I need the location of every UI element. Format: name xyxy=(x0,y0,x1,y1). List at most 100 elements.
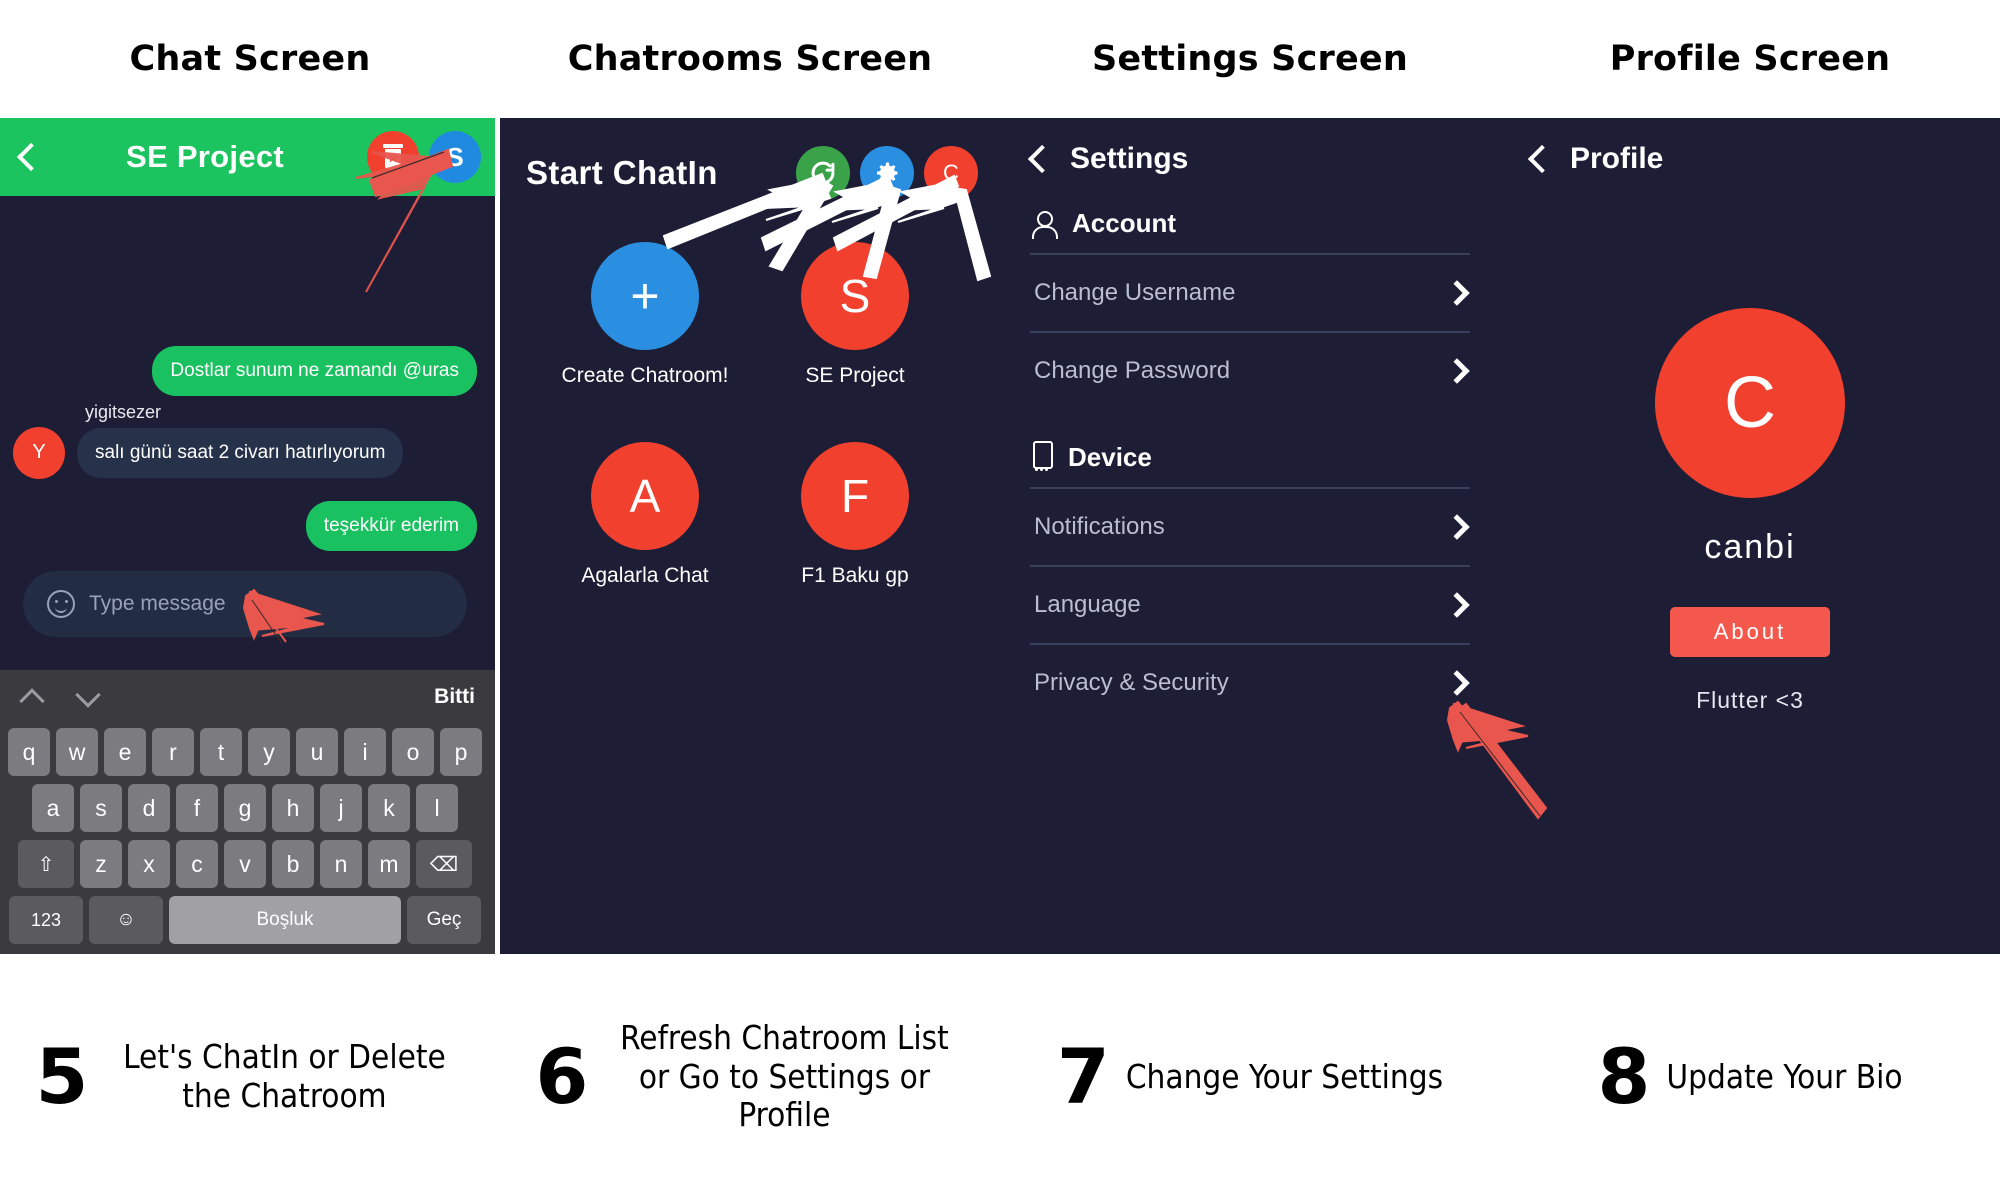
key-r[interactable]: r xyxy=(152,728,194,776)
keyboard-done-button[interactable]: Bitti xyxy=(434,685,475,709)
key-c[interactable]: c xyxy=(176,840,218,888)
chatroom-label: Create Chatroom! xyxy=(561,364,729,387)
key-u[interactable]: u xyxy=(296,728,338,776)
settings-row-change-password[interactable]: Change Password xyxy=(1030,331,1470,409)
trash-delete-icon[interactable]: ✕ xyxy=(367,131,419,183)
key-q[interactable]: q xyxy=(8,728,50,776)
key-w[interactable]: w xyxy=(56,728,98,776)
settings-title: Settings xyxy=(1070,142,1189,175)
key-s[interactable]: s xyxy=(80,784,122,832)
numeric-key[interactable]: 123 xyxy=(9,896,83,944)
trash-glyph: ✕ xyxy=(382,144,404,170)
key-a[interactable]: a xyxy=(32,784,74,832)
chevron-down-icon[interactable] xyxy=(71,682,109,712)
shift-key[interactable]: ⇧ xyxy=(18,840,74,888)
chatroom-label: F1 Baku gp xyxy=(801,564,909,587)
chevron-up-icon[interactable] xyxy=(15,682,53,712)
avatar-icon[interactable]: C xyxy=(924,146,978,200)
message-bubble: teşekkür ederim xyxy=(305,500,477,551)
chevron-right-icon xyxy=(1444,280,1470,306)
key-m[interactable]: m xyxy=(368,840,410,888)
chatroom-label: Agalarla Chat xyxy=(581,564,709,587)
key-l[interactable]: l xyxy=(416,784,458,832)
smiley-icon[interactable] xyxy=(47,589,75,618)
key-z[interactable]: z xyxy=(80,840,122,888)
trash-x: ✕ xyxy=(388,152,399,166)
settings-appbar: Settings xyxy=(1000,118,1500,176)
enter-key[interactable]: Geç xyxy=(407,896,481,944)
key-t[interactable]: t xyxy=(200,728,242,776)
profile-body: C canbi About Flutter <3 xyxy=(1500,176,2000,714)
key-x[interactable]: x xyxy=(128,840,170,888)
key-h[interactable]: h xyxy=(272,784,314,832)
screen-title-profile-label: Profile Screen xyxy=(1609,39,1891,79)
key-p[interactable]: p xyxy=(440,728,482,776)
key-f[interactable]: f xyxy=(176,784,218,832)
chatroom-item-se-project[interactable]: S SE Project xyxy=(750,242,960,388)
screen-titles-row: Chat Screen Chatrooms Screen Settings Sc… xyxy=(0,0,2000,118)
key-o[interactable]: o xyxy=(392,728,434,776)
chatroom-item-create[interactable]: + Create Chatroom! xyxy=(540,242,750,388)
screen-title-chatrooms: Chatrooms Screen xyxy=(500,0,1000,118)
phone-slot-settings: Settings Account Change Username Change … xyxy=(1000,118,1500,954)
caption-8: 8 Update Your Bio xyxy=(1500,954,2000,1200)
phone-slot-chat: SE Project ✕ S Dostlar sunum ne zamandı … xyxy=(0,118,500,954)
chat-avatar[interactable]: S xyxy=(429,131,481,183)
profile-username: canbi xyxy=(1704,528,1796,566)
message-input-placeholder: Type message xyxy=(89,591,226,615)
backspace-key[interactable]: ⌫ xyxy=(416,840,472,888)
caption-7: 7 Change Your Settings xyxy=(1000,954,1500,1200)
key-j[interactable]: j xyxy=(320,784,362,832)
key-n[interactable]: n xyxy=(320,840,362,888)
key-d[interactable]: d xyxy=(128,784,170,832)
settings-row-label: Privacy & Security xyxy=(1034,669,1229,696)
key-b[interactable]: b xyxy=(272,840,314,888)
refresh-icon[interactable] xyxy=(796,146,850,200)
settings-section-label: Account xyxy=(1072,208,1176,238)
screen-title-profile: Profile Screen xyxy=(1500,0,2000,118)
chevron-left-icon[interactable] xyxy=(1520,142,1554,176)
chevron-left-icon[interactable] xyxy=(1020,142,1054,176)
key-v[interactable]: v xyxy=(224,840,266,888)
settings-row-change-username[interactable]: Change Username xyxy=(1030,253,1470,331)
key-k[interactable]: k xyxy=(368,784,410,832)
keyboard-row-3: ⇧ z x c v b n m ⌫ xyxy=(0,836,495,892)
keyboard-row-4: 123 ☺ Boşluk Geç xyxy=(0,892,495,948)
key-g[interactable]: g xyxy=(224,784,266,832)
caption-text: Refresh Chatroom List or Go to Settings … xyxy=(620,1017,949,1135)
chat-message-incoming-1: Y salı günü saat 2 civarı hatırlıyorum xyxy=(13,426,477,479)
screen-title-settings: Settings Screen xyxy=(1000,0,1500,118)
profile-title: Profile xyxy=(1570,142,1664,175)
settings-row-language[interactable]: Language xyxy=(1030,565,1470,643)
avatar: C xyxy=(1655,308,1845,498)
phone-screens-row: SE Project ✕ S Dostlar sunum ne zamandı … xyxy=(0,118,2000,954)
settings-screen: Settings Account Change Username Change … xyxy=(1000,118,1500,954)
caption-number: 5 xyxy=(35,1031,89,1121)
chatroom-avatar: F xyxy=(801,442,909,550)
chatroom-item-agalarla-chat[interactable]: A Agalarla Chat xyxy=(540,442,750,588)
settings-section-device: Device xyxy=(1000,409,1500,487)
trash-lid xyxy=(383,144,403,148)
key-i[interactable]: i xyxy=(344,728,386,776)
chatroom-item-f1-baku-gp[interactable]: F F1 Baku gp xyxy=(750,442,960,588)
message-bubble: Dostlar sunum ne zamandı @uras xyxy=(152,346,477,396)
gear-icon[interactable] xyxy=(860,146,914,200)
about-button[interactable]: About xyxy=(1669,607,1831,657)
key-e[interactable]: e xyxy=(104,728,146,776)
screen-title-settings-label: Settings Screen xyxy=(1091,39,1408,79)
emoji-key[interactable]: ☺ xyxy=(89,896,163,944)
keyboard-row-2: a s d f g h j k l xyxy=(0,780,495,836)
chevron-left-icon[interactable] xyxy=(9,140,43,174)
settings-row-label: Change Username xyxy=(1034,279,1236,306)
space-key[interactable]: Boşluk xyxy=(169,896,401,944)
key-y[interactable]: y xyxy=(248,728,290,776)
settings-section-account: Account xyxy=(1000,176,1500,253)
settings-row-notifications[interactable]: Notifications xyxy=(1030,487,1470,565)
message-input[interactable]: Type message xyxy=(23,570,467,637)
chatroom-avatar: A xyxy=(591,442,699,550)
settings-row-privacy-security[interactable]: Privacy & Security xyxy=(1030,643,1470,721)
caption-text: Change Your Settings xyxy=(1125,1056,1444,1096)
virtual-keyboard: Bitti q w e r t y u i o p a s d f g h j … xyxy=(0,670,495,954)
chatrooms-title: Start ChatIn xyxy=(526,154,718,191)
screen-title-chat-label: Chat Screen xyxy=(129,39,371,79)
